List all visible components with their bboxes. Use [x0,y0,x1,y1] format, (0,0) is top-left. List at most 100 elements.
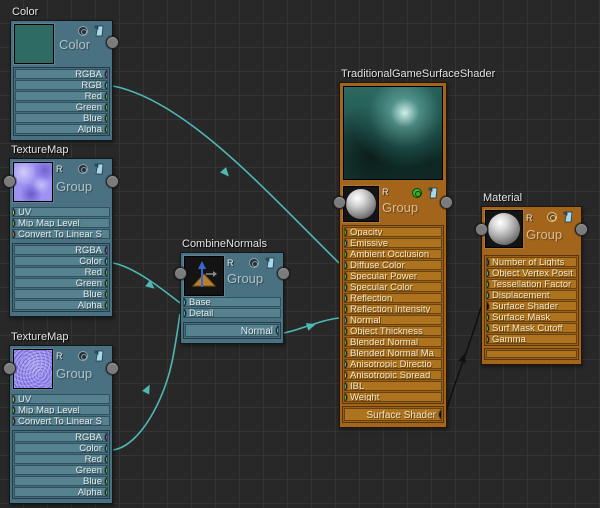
port-row[interactable]: UV [12,394,110,404]
port-row[interactable]: Tessellation Factor [486,279,577,289]
output-port[interactable] [105,103,107,111]
output-port[interactable] [105,125,107,133]
input-port[interactable] [345,327,347,335]
node-texturemap-bottom[interactable]: TextureMap R Group UV Mip Map Level Conv… [3,331,119,504]
output-port[interactable] [439,409,441,420]
input-port[interactable] [345,261,347,269]
port-row[interactable]: IBL [344,381,442,391]
input-port[interactable] [345,239,347,247]
input-port[interactable] [184,298,186,306]
port-row[interactable]: Color [14,256,108,266]
pitcher-icon[interactable] [563,211,573,223]
port-row[interactable]: Reflection Intensity [344,304,442,314]
port-row[interactable]: Alpha [14,487,108,497]
port-row[interactable]: Specular Color [344,282,442,292]
port-row[interactable]: Surface Shader [486,301,577,311]
port-row[interactable]: Reflection [344,293,442,303]
input-port[interactable] [345,228,347,236]
sphere-thumbnail[interactable] [485,210,523,248]
port-row[interactable]: Detail [183,308,281,318]
input-port[interactable] [13,230,15,238]
port-row[interactable]: Object Thickness [344,326,442,336]
node-graph-canvas[interactable]: Color Color RGBA RGB Red Green Blue Alph… [0,0,600,508]
output-port[interactable] [105,279,107,287]
preview-icon[interactable] [249,258,259,268]
header-port-left[interactable] [3,175,16,188]
port-row[interactable]: Green [15,102,108,112]
output-port[interactable] [105,81,107,89]
port-row[interactable]: Alpha [15,124,108,134]
pitcher-icon[interactable] [94,350,104,362]
header-port-left[interactable] [475,223,488,236]
port-row[interactable]: Convert To Linear S [12,229,110,239]
port-row[interactable]: Displacement [486,290,577,300]
node-traditionalgamesurfaceshader[interactable]: TraditionalGameSurfaceShader R Group Opa… [333,68,495,428]
header-port-left[interactable] [3,362,16,375]
port-row[interactable]: Base [183,297,281,307]
header-port-right[interactable] [575,223,588,236]
input-port[interactable] [13,417,15,425]
port-row[interactable]: Emissive [344,238,442,248]
port-row[interactable]: Blue [14,289,108,299]
port-row[interactable]: Green [14,465,108,475]
port-row[interactable]: RGBA [15,69,108,79]
output-port[interactable] [105,301,107,309]
wire[interactable] [112,262,181,304]
header-port-right[interactable] [277,267,290,280]
input-port[interactable] [345,305,347,313]
color-swatch[interactable] [14,24,54,64]
port-row[interactable]: RGB [15,80,108,90]
node-texturemap-top[interactable]: TextureMap R Group UV Mip Map Level Conv… [3,144,119,317]
port-row[interactable]: RGBA [14,432,108,442]
port-row[interactable]: Surface Mask [486,312,577,322]
node-material[interactable]: Material R Group Number of Lights Object… [475,192,588,365]
port-row[interactable]: Normal [185,324,279,337]
output-port[interactable] [105,290,107,298]
input-port[interactable] [345,382,347,390]
input-port[interactable] [345,250,347,258]
port-row[interactable]: Surface Shader [344,408,442,421]
input-port[interactable] [487,280,489,288]
input-port[interactable] [13,219,15,227]
input-port[interactable] [345,316,347,324]
input-port[interactable] [487,335,489,343]
port-row[interactable]: Convert To Linear S [12,416,110,426]
port-row[interactable]: Anisotropic Directio [344,359,442,369]
preview-icon[interactable] [78,26,88,36]
port-row[interactable]: Blue [15,113,108,123]
input-port[interactable] [345,338,347,346]
port-row[interactable]: Ambient Occlusion [344,249,442,259]
output-port[interactable] [105,466,107,474]
pitcher-icon[interactable] [94,163,104,175]
header-port-left[interactable] [174,267,187,280]
output-port[interactable] [105,70,107,78]
combine-normals-thumbnail[interactable] [184,256,224,296]
port-row[interactable]: Anisotropic Spread [344,370,442,380]
input-port[interactable] [487,302,489,310]
output-port[interactable] [105,455,107,463]
input-port[interactable] [345,272,347,280]
port-row[interactable]: Green [14,278,108,288]
output-port[interactable] [105,444,107,452]
port-row[interactable]: Number of Lights [486,257,577,267]
input-port[interactable] [487,258,489,266]
header-port-right[interactable] [440,196,453,209]
input-port[interactable] [13,406,15,414]
preview-icon[interactable] [547,212,557,222]
input-port[interactable] [345,294,347,302]
port-row[interactable]: UV [12,207,110,217]
port-row[interactable]: Gamma [486,334,577,344]
port-row[interactable]: Red [14,267,108,277]
node-header[interactable]: R Group [3,159,119,205]
input-port[interactable] [487,269,489,277]
node-header[interactable]: R Group [174,253,290,296]
node-header[interactable]: R Group [3,346,119,392]
preview-icon[interactable] [78,164,88,174]
output-port[interactable] [105,433,107,441]
input-port[interactable] [345,371,347,379]
port-row[interactable]: Specular Power [344,271,442,281]
pitcher-icon[interactable] [265,257,275,269]
header-port-left[interactable] [333,196,346,209]
port-row[interactable]: Surf Mask Cutoff [486,323,577,333]
input-port[interactable] [487,324,489,332]
